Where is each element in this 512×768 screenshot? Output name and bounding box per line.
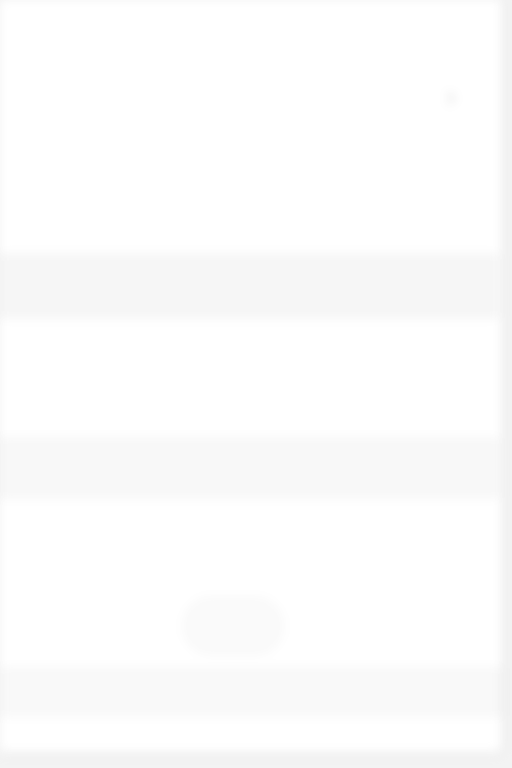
tab-bar [0,438,498,498]
footer-box [0,668,502,716]
action-pill-button[interactable] [184,598,282,654]
blurred-screen: › [0,0,512,768]
chevron-right-icon[interactable]: › [446,80,456,114]
summary-box [0,254,498,318]
